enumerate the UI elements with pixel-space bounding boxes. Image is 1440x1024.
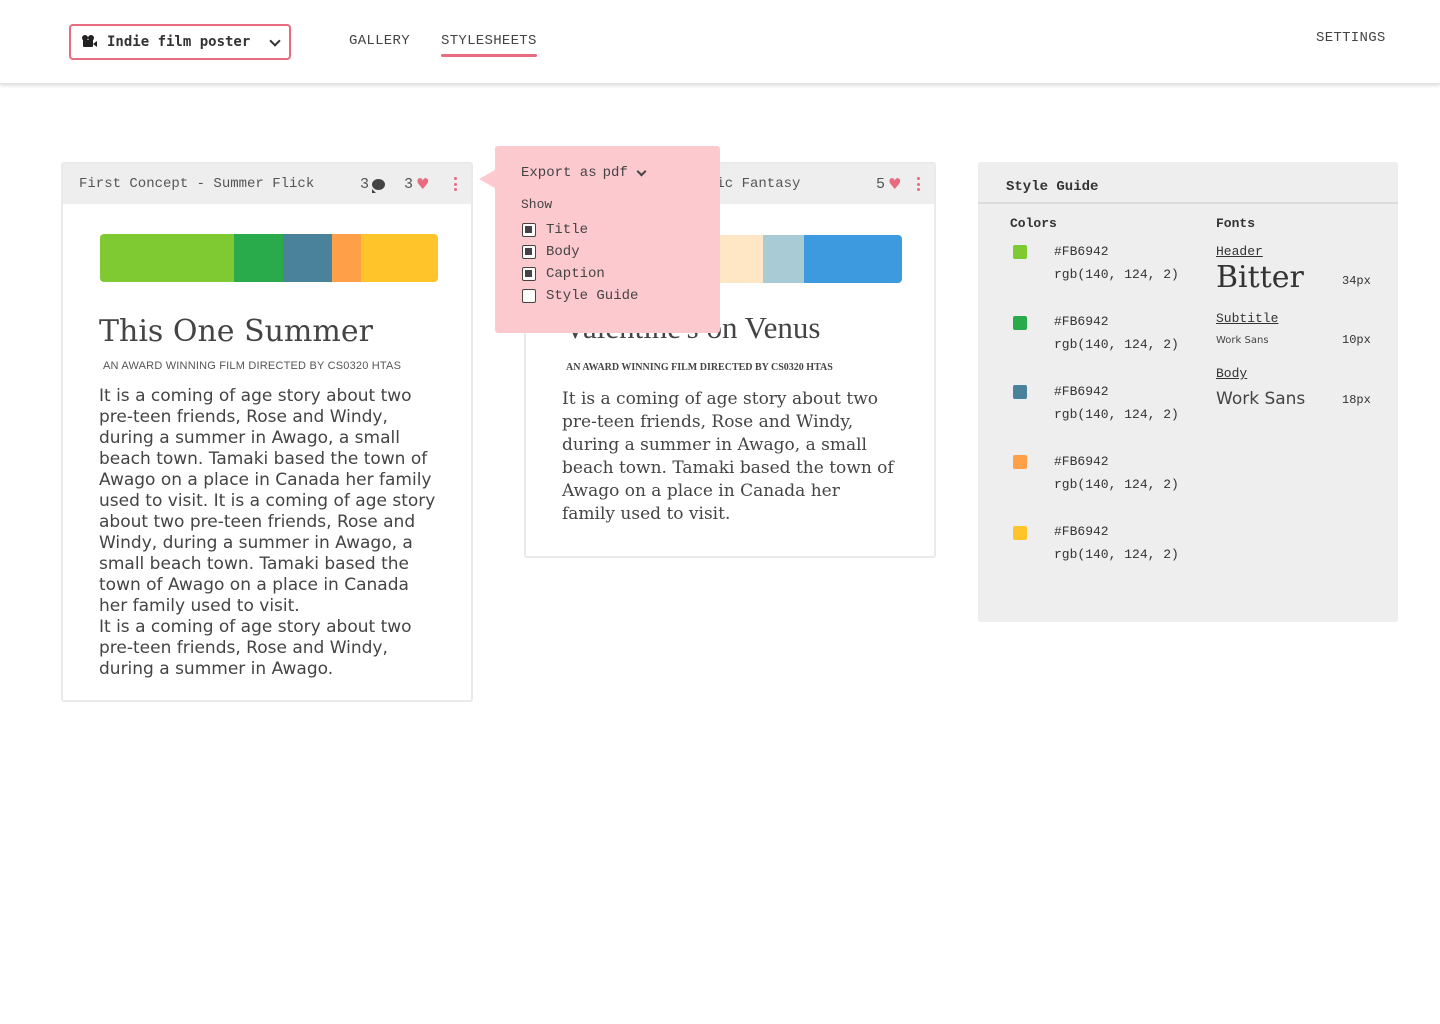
font-size-body: 18px	[1342, 393, 1371, 407]
like-count[interactable]: 5 ♥	[876, 176, 901, 193]
export-label: Export as	[521, 165, 597, 181]
like-count-value: 3	[404, 176, 414, 193]
palette-swatch	[332, 234, 361, 282]
nav-stylesheets[interactable]: STYLESHEETS	[441, 33, 537, 57]
palette-swatch	[234, 234, 283, 282]
more-options-icon[interactable]	[454, 177, 458, 193]
palette-swatch	[763, 235, 804, 283]
project-select-label: Indie film poster	[107, 34, 251, 50]
comment-icon	[372, 179, 386, 193]
colors-heading: Colors	[1010, 216, 1057, 231]
color-hex: #FB6942	[1054, 384, 1109, 399]
export-format-select[interactable]: Export as pdf	[521, 165, 647, 181]
font-size-subtitle: 10px	[1342, 333, 1371, 347]
poster-body: It is a coming of age story about two pr…	[99, 386, 436, 679]
film-camera-icon	[81, 35, 97, 49]
option-style-guide[interactable]: Style Guide	[522, 288, 638, 304]
font-sample-body: Work Sans	[1216, 389, 1306, 409]
poster-body: It is a coming of age story about two pr…	[562, 389, 894, 524]
font-role-subtitle[interactable]: Subtitle	[1216, 311, 1278, 326]
color-hex: #FB6942	[1054, 244, 1109, 259]
color-hex: #FB6942	[1054, 454, 1109, 469]
nav-settings[interactable]: SETTINGS	[1316, 30, 1386, 46]
color-rgb: rgb(140, 124, 2)	[1054, 407, 1179, 422]
option-label: Caption	[546, 266, 605, 282]
font-size-header: 34px	[1342, 274, 1371, 288]
top-bar: Indie film poster GALLERY STYLESHEETS SE…	[0, 0, 1440, 84]
poster-title: This One Summer	[99, 314, 373, 349]
stylesheet-card-1: First Concept - Summer Flick 3 3 ♥ This …	[61, 162, 473, 702]
option-caption[interactable]: Caption	[522, 266, 605, 282]
option-label: Style Guide	[546, 288, 639, 304]
fonts-heading: Fonts	[1216, 216, 1256, 231]
option-body[interactable]: Body	[522, 244, 580, 260]
font-sample-subtitle: Work Sans	[1216, 335, 1269, 346]
export-popover: Export as pdf Show Title Body Caption St…	[479, 146, 720, 333]
color-hex: #FB6942	[1054, 524, 1109, 539]
chevron-down-icon	[269, 35, 281, 47]
show-label: Show	[521, 197, 553, 212]
more-options-icon[interactable]	[917, 177, 921, 193]
chevron-down-icon	[636, 166, 647, 176]
font-role-body[interactable]: Body	[1216, 366, 1247, 381]
checkbox-style-guide[interactable]	[522, 289, 536, 303]
checkbox-body[interactable]	[522, 245, 536, 259]
palette-swatch	[100, 234, 234, 282]
card-title: First Concept - Summer Flick	[79, 176, 315, 192]
color-rgb: rgb(140, 124, 2)	[1054, 267, 1179, 282]
checkbox-title[interactable]	[522, 223, 536, 237]
export-format-value: pdf	[602, 165, 628, 181]
nav-gallery[interactable]: GALLERY	[349, 33, 410, 49]
checkbox-caption[interactable]	[522, 267, 536, 281]
color-hex: #FB6942	[1054, 314, 1109, 329]
palette-swatch	[283, 234, 332, 282]
font-role-header[interactable]: Header	[1216, 244, 1263, 259]
option-title[interactable]: Title	[522, 222, 588, 238]
color-rgb: rgb(140, 124, 2)	[1054, 477, 1179, 492]
poster-subtitle: AN AWARD WINNING FILM DIRECTED BY CS0320…	[103, 360, 402, 372]
palette-swatch	[804, 235, 902, 283]
color-rgb: rgb(140, 124, 2)	[1054, 547, 1179, 562]
palette-swatch	[361, 234, 438, 282]
like-count[interactable]: 3 ♥	[404, 176, 429, 193]
font-sample-header: Bitter	[1216, 260, 1304, 295]
color-swatch	[1013, 385, 1027, 399]
color-swatch	[1013, 245, 1027, 259]
color-swatch	[1013, 455, 1027, 469]
heart-icon: ♥	[416, 175, 430, 193]
style-guide-title: Style Guide	[978, 162, 1398, 204]
color-swatch	[1013, 316, 1027, 330]
color-rgb: rgb(140, 124, 2)	[1054, 337, 1179, 352]
color-palette	[100, 234, 438, 282]
option-label: Body	[546, 244, 580, 260]
card-title: tic Fantasy	[708, 176, 801, 192]
card-header: First Concept - Summer Flick 3 3 ♥	[63, 164, 471, 204]
poster-subtitle: AN AWARD WINNING FILM DIRECTED BY CS0320…	[566, 362, 833, 373]
color-swatch	[1013, 526, 1027, 540]
comment-count[interactable]: 3	[360, 176, 386, 193]
comment-count-value: 3	[360, 176, 370, 193]
heart-icon: ♥	[888, 175, 902, 193]
option-label: Title	[546, 222, 589, 238]
like-count-value: 5	[876, 176, 886, 193]
project-select[interactable]: Indie film poster	[69, 24, 291, 60]
style-guide-panel: Style Guide Colors Fonts #FB6942 rgb(140…	[978, 162, 1398, 622]
